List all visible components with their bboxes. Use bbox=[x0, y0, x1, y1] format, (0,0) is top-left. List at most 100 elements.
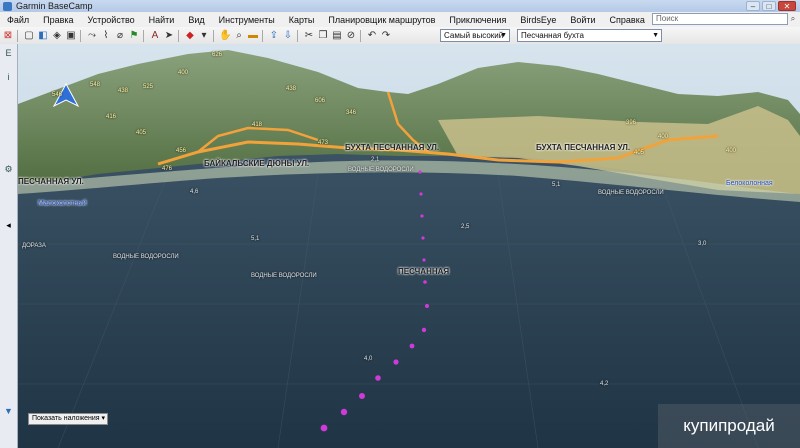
elevation-label: 438 bbox=[286, 86, 297, 92]
minimize-icon[interactable]: – bbox=[746, 1, 760, 11]
elevation-label: 418 bbox=[252, 122, 263, 128]
feature-label: ВОДНЫЕ ВОДОРОСЛИ bbox=[598, 190, 664, 196]
menu-view[interactable]: Вид bbox=[181, 15, 211, 25]
map-2d-icon[interactable]: ▢ bbox=[23, 30, 35, 42]
cut-icon[interactable]: ✂ bbox=[303, 30, 315, 42]
depth-label: 4,2 bbox=[600, 381, 609, 387]
elevation-label: 400 bbox=[726, 148, 737, 154]
undo-icon[interactable]: ↶ bbox=[366, 30, 378, 42]
place-label: Белоколонная bbox=[726, 180, 773, 187]
text-icon[interactable]: A bbox=[149, 30, 161, 42]
elevation-label: 416 bbox=[106, 114, 117, 120]
watermark: купипродай bbox=[658, 404, 800, 448]
profile-dropdown-icon[interactable]: ▾ bbox=[198, 30, 210, 42]
elevation-label: 405 bbox=[136, 130, 147, 136]
menu-file[interactable]: Файл bbox=[0, 15, 36, 25]
depth-label: 2,1 bbox=[371, 157, 380, 163]
elevation-label: 400 bbox=[658, 134, 669, 140]
menu-help[interactable]: Справка bbox=[603, 15, 652, 25]
elevation-label: 476 bbox=[162, 166, 173, 172]
maximize-icon[interactable]: □ bbox=[762, 1, 776, 11]
bay-label: ПЕСЧАННАЯ bbox=[398, 267, 450, 276]
photo-icon[interactable]: ▣ bbox=[65, 30, 77, 42]
separator bbox=[262, 29, 263, 42]
separator bbox=[80, 29, 81, 42]
elevation-label: 626 bbox=[212, 52, 223, 58]
separator bbox=[213, 29, 214, 42]
depth-label: 5,1 bbox=[251, 236, 260, 242]
globe-icon[interactable]: ◈ bbox=[51, 30, 63, 42]
menu-route-planner[interactable]: Планировщик маршрутов bbox=[321, 15, 442, 25]
window-controls: – □ ✕ bbox=[746, 1, 796, 11]
waypoint-icon[interactable]: ⚑ bbox=[128, 30, 140, 42]
measure-icon[interactable]: ⌀ bbox=[114, 30, 126, 42]
paste-icon[interactable]: ▤ bbox=[331, 30, 343, 42]
receive-from-device-icon[interactable]: ⇩ bbox=[282, 30, 294, 42]
filter-icon[interactable]: ▼ bbox=[3, 406, 14, 417]
feature-label: ВОДНЫЕ ВОДОРОСЛИ bbox=[251, 273, 317, 279]
search-input[interactable]: Поиск bbox=[652, 13, 788, 25]
hand-icon[interactable]: ✋ bbox=[219, 30, 231, 42]
left-panel: E i ⚙ ◂ ▼ bbox=[0, 44, 18, 448]
ruler-icon[interactable]: ▬ bbox=[247, 30, 259, 42]
elevation-label: 473 bbox=[318, 140, 329, 146]
track-icon[interactable]: ⌇ bbox=[100, 30, 112, 42]
menu-tools[interactable]: Инструменты bbox=[212, 15, 282, 25]
show-overlays-button[interactable]: Показать наложения ▾ bbox=[28, 413, 108, 425]
place-label: Малоколотный bbox=[38, 200, 87, 207]
title-bar: Garmin BaseCamp – □ ✕ bbox=[0, 0, 800, 12]
street-label: ПЕСЧАННАЯ УЛ. bbox=[18, 177, 84, 186]
close-icon[interactable]: ✕ bbox=[778, 1, 796, 11]
toolbar: ⊠ ▢ ◧ ◈ ▣ ⤳ ⌇ ⌀ ⚑ A ➤ ◆ ▾ ✋ ⌕ ▬ ⇪ ⇩ ✂ ❐ … bbox=[0, 27, 800, 45]
menu-adventures[interactable]: Приключения bbox=[442, 15, 513, 25]
elevation-label: 606 bbox=[315, 98, 326, 104]
menu-find[interactable]: Найти bbox=[142, 15, 182, 25]
info-icon[interactable]: i bbox=[3, 72, 14, 83]
terrain-3d-view bbox=[18, 44, 800, 448]
menu-signin[interactable]: Войти bbox=[563, 15, 602, 25]
depth-label: 4,0 bbox=[364, 356, 373, 362]
redo-icon[interactable]: ↷ bbox=[380, 30, 392, 42]
menu-edit[interactable]: Правка bbox=[36, 15, 80, 25]
window-title: Garmin BaseCamp bbox=[16, 1, 93, 11]
map-view[interactable]: ПЕСЧАННАЯ УЛ. БУХТА ПЕСЧАННАЯ УЛ. БУХТА … bbox=[18, 44, 800, 448]
map-3d-icon[interactable]: ◧ bbox=[37, 30, 49, 42]
feature-label: ВОДНЫЕ ВОДОРОСЛИ bbox=[348, 167, 414, 173]
zoom-icon[interactable]: ⌕ bbox=[233, 30, 245, 42]
elevation-label: 405 bbox=[634, 150, 645, 156]
depth-label: 5,1 bbox=[552, 182, 561, 188]
elevation-label: 456 bbox=[176, 148, 187, 154]
car-icon[interactable]: ◆ bbox=[184, 30, 196, 42]
menu-birdseye[interactable]: BirdsEye bbox=[513, 15, 563, 25]
chevron-down-icon: ▼ bbox=[652, 32, 659, 39]
elevation-label: 546 bbox=[52, 92, 63, 98]
send-to-device-icon[interactable]: ⇪ bbox=[268, 30, 280, 42]
search-icon[interactable]: ⌕ bbox=[788, 13, 798, 25]
copy-icon[interactable]: ❐ bbox=[317, 30, 329, 42]
elevation-label: 438 bbox=[118, 88, 129, 94]
elevation-label: 548 bbox=[90, 82, 101, 88]
elevation-label: 400 bbox=[178, 70, 189, 76]
direction-icon[interactable]: ➤ bbox=[163, 30, 175, 42]
clear-icon[interactable]: ⊘ bbox=[345, 30, 357, 42]
route-icon[interactable]: ⤳ bbox=[86, 30, 98, 42]
depth-label: 4,6 bbox=[190, 189, 199, 195]
library-icon[interactable]: E bbox=[3, 48, 14, 59]
feature-label: ДОРАЗА bbox=[22, 243, 46, 249]
settings-icon[interactable]: ⚙ bbox=[3, 164, 14, 175]
street-label: БУХТА ПЕСЧАННАЯ УЛ. bbox=[345, 143, 440, 152]
depth-label: 2,5 bbox=[461, 224, 470, 230]
detail-select[interactable]: Самый высокий ▼ bbox=[440, 29, 510, 42]
menu-maps[interactable]: Карты bbox=[282, 15, 322, 25]
collapse-icon[interactable]: ◂ bbox=[3, 220, 14, 231]
delete-icon[interactable]: ⊠ bbox=[2, 30, 14, 42]
street-label: БУХТА ПЕСЧАННАЯ УЛ. bbox=[536, 143, 631, 152]
elevation-label: 396 bbox=[626, 120, 637, 126]
elevation-label: 525 bbox=[143, 84, 154, 90]
separator bbox=[178, 29, 179, 42]
separator bbox=[17, 29, 18, 42]
place-select[interactable]: Песчанная бухта ▼ bbox=[517, 29, 662, 42]
separator bbox=[143, 29, 144, 42]
menu-device[interactable]: Устройство bbox=[81, 15, 142, 25]
feature-label: ВОДНЫЕ ВОДОРОСЛИ bbox=[113, 254, 179, 260]
